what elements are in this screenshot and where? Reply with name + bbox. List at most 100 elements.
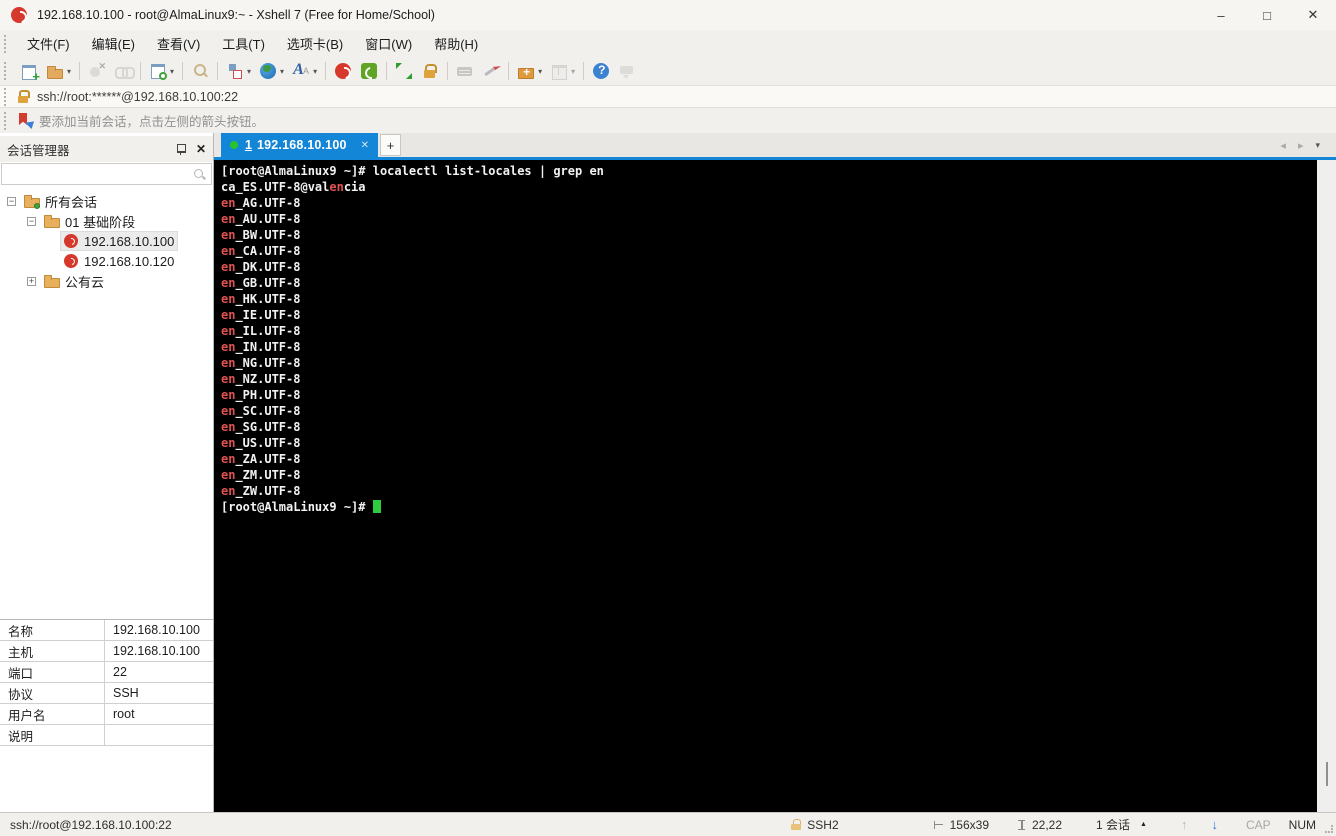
new-session-icon [20, 62, 40, 84]
menu-item[interactable]: 查看(V) [146, 30, 211, 57]
property-key: 名称 [0, 620, 105, 640]
session-properties-button[interactable]: ▾ [146, 59, 177, 83]
terminal-text: en [221, 452, 236, 466]
terminal-text: en [221, 340, 236, 354]
globe-button[interactable]: ▾ [256, 59, 287, 83]
statusbar-url: ssh://root@192.168.10.100:22 [10, 817, 172, 832]
dropdown-arrow-icon[interactable]: ▾ [247, 67, 251, 76]
infobar: 要添加当前会话，点击左侧的箭头按钮。 [0, 108, 1336, 133]
menu-item[interactable]: 工具(T) [211, 30, 276, 57]
terminal[interactable]: [root@AlmaLinux9 ~]# localectl list-loca… [214, 160, 1317, 812]
menu-item[interactable]: 窗口(W) [354, 30, 423, 57]
search-icon[interactable] [193, 168, 206, 181]
tab-list-dropdown-icon[interactable]: ▾ [1315, 140, 1320, 151]
help-icon [592, 62, 610, 80]
menu-item[interactable]: 文件(F) [16, 30, 81, 57]
open-folder-button[interactable]: ▾ [43, 59, 74, 83]
terminal-text: _HK.UTF-8 [235, 292, 301, 306]
terminal-line: en_ZW.UTF-8 [221, 483, 1317, 499]
infobar-grip[interactable] [4, 111, 11, 130]
expander-icon[interactable]: − [7, 196, 16, 206]
tab-close-icon[interactable]: ✕ [361, 140, 369, 151]
fullscreen-button[interactable] [392, 59, 416, 83]
dropdown-arrow-icon[interactable]: ▾ [170, 67, 174, 76]
tab-status-dot [230, 141, 238, 149]
tree-item[interactable]: − 01 基础阶段 [0, 211, 213, 231]
dropdown-arrow-icon[interactable]: ▾ [571, 67, 575, 76]
terminal-cursor [372, 500, 381, 513]
disconnect-button[interactable] [85, 59, 109, 83]
session-tree: − 所有会话 −01 基础阶段 192.168.10.100 192.168.10.12… [0, 185, 213, 619]
toolbar-grip[interactable] [4, 62, 11, 80]
new-folder-button[interactable]: ▾ [514, 59, 545, 83]
terminal-text: en [221, 356, 236, 370]
terminal-line: en_IN.UTF-8 [221, 339, 1317, 355]
menu-item[interactable]: 编辑(E) [81, 30, 146, 57]
session-properties-icon [149, 62, 168, 80]
feedback-button[interactable] [615, 59, 639, 83]
expander-icon[interactable]: − [27, 216, 36, 226]
caps-lock-indicator: CAP [1245, 817, 1271, 832]
tab-scroll-left-icon[interactable]: ◂ [1280, 139, 1286, 152]
terminal-line: en_US.UTF-8 [221, 435, 1317, 451]
new-session-button[interactable] [17, 59, 41, 84]
session-count-dropdown[interactable]: 1 会话 ▲ [1096, 816, 1147, 833]
compose-button[interactable] [479, 59, 503, 83]
tab-active[interactable]: 1 192.168.10.100 ✕ [221, 133, 379, 157]
menu-item[interactable]: 帮助(H) [423, 30, 489, 57]
terminal-text: en [221, 468, 236, 482]
scroll-down-icon[interactable]: ↓ [1211, 817, 1218, 832]
pin-icon[interactable] [176, 143, 186, 155]
resize-grip[interactable] [1325, 825, 1333, 833]
property-value: root [113, 707, 135, 721]
terminal-line: en_ZM.UTF-8 [221, 467, 1317, 483]
tree-item[interactable]: 192.168.10.120 [0, 251, 213, 271]
minimize-button[interactable]: – [1198, 0, 1244, 30]
property-key: 主机 [0, 641, 105, 661]
scrollbar-thumb[interactable] [1326, 762, 1328, 786]
terminal-text: en [329, 180, 344, 194]
dropdown-arrow-icon[interactable]: ▾ [67, 67, 71, 76]
terminal-text: _BW.UTF-8 [235, 228, 301, 242]
terminal-line: en_GB.UTF-8 [221, 275, 1317, 291]
tile-button[interactable]: ▾ [547, 59, 578, 83]
xftp-button[interactable] [357, 59, 381, 83]
expander-icon[interactable]: + [27, 276, 36, 286]
new-tab-button[interactable]: + [380, 134, 402, 156]
session-search-input[interactable] [7, 167, 193, 181]
terminal-line: en_IE.UTF-8 [221, 307, 1317, 323]
lock-button[interactable] [418, 59, 442, 83]
terminal-text: en [221, 420, 236, 434]
layout-button[interactable]: ▾ [223, 59, 254, 83]
menu-item[interactable]: 选项卡(B) [276, 30, 354, 57]
feedback-icon [618, 62, 636, 80]
tab-label: 192.168.10.100 [256, 138, 347, 152]
tree-item[interactable]: − 所有会话 [0, 191, 213, 211]
dropdown-arrow-icon[interactable]: ▾ [280, 67, 284, 76]
ssh-url[interactable]: ssh://root:******@192.168.10.100:22 [37, 90, 238, 104]
panel-close-icon[interactable]: ✕ [196, 142, 206, 156]
tab-scroll-right-icon[interactable]: ▸ [1298, 139, 1304, 152]
folder-icon [24, 194, 40, 209]
help-button[interactable] [589, 59, 613, 83]
xshell-button[interactable] [331, 59, 355, 83]
find-button[interactable] [188, 59, 212, 83]
addressbar[interactable]: ssh://root:******@192.168.10.100:22 [0, 85, 1336, 108]
scroll-up-icon[interactable]: ↑ [1181, 817, 1188, 832]
terminal-line: en_NG.UTF-8 [221, 355, 1317, 371]
keyboard-button[interactable] [453, 59, 477, 83]
menubar-grip[interactable] [4, 34, 11, 53]
font-button[interactable]: ▾ [289, 59, 320, 83]
dropdown-arrow-icon[interactable]: ▾ [313, 67, 317, 76]
terminal-line: en_ZA.UTF-8 [221, 451, 1317, 467]
maximize-button[interactable]: □ [1244, 0, 1290, 30]
tree-item[interactable]: 192.168.10.100 [0, 231, 213, 251]
addressbar-grip[interactable] [4, 87, 11, 106]
terminal-scrollbar[interactable] [1317, 160, 1336, 812]
tree-item[interactable]: + 公有云 [0, 271, 213, 291]
property-value: 192.168.10.100 [113, 644, 200, 658]
close-button[interactable]: ✕ [1290, 0, 1336, 30]
property-key: 用户名 [0, 704, 105, 724]
dropdown-arrow-icon[interactable]: ▾ [538, 67, 542, 76]
reconnect-button[interactable] [111, 59, 136, 83]
